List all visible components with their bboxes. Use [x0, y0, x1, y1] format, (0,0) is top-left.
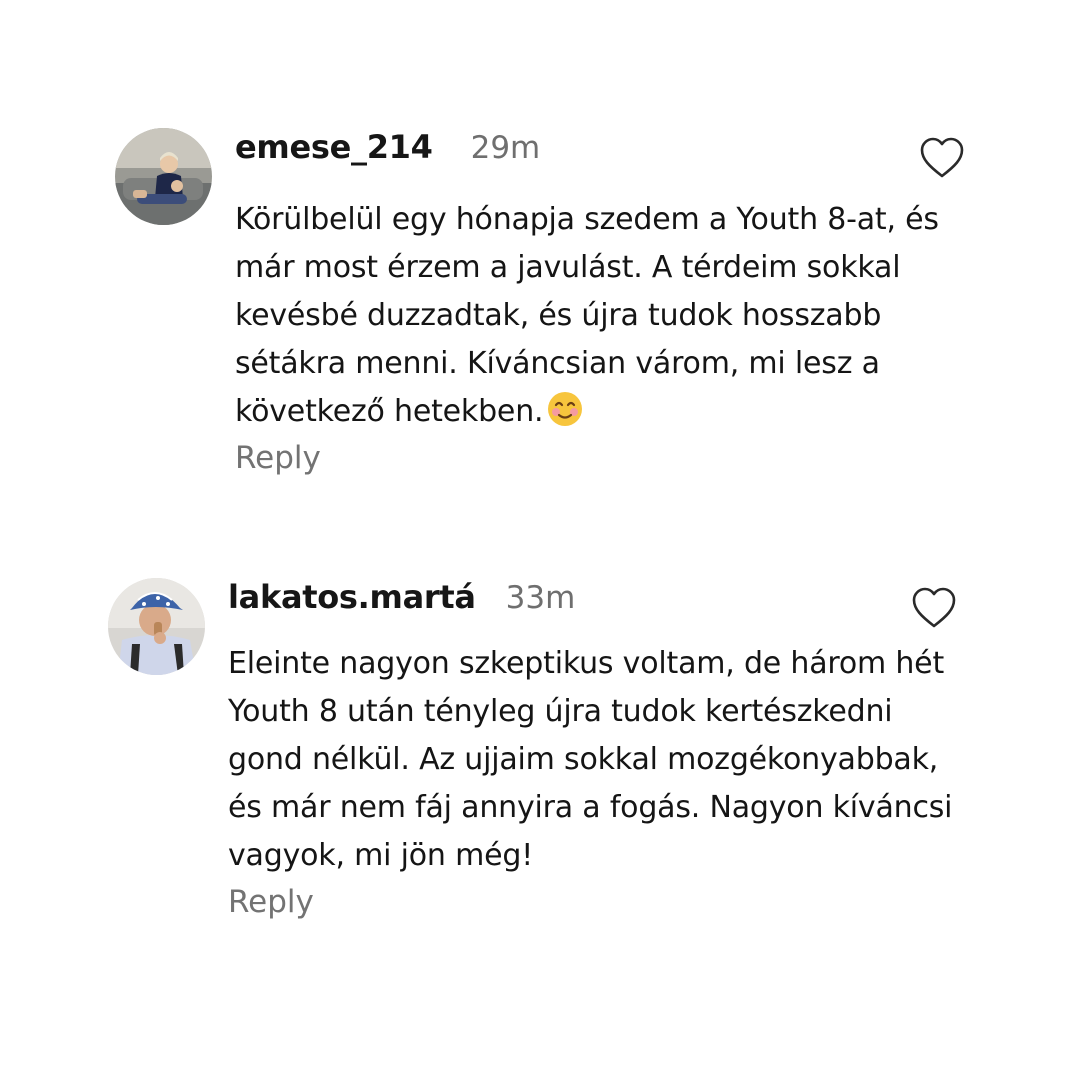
username[interactable]: lakatos.martá	[228, 578, 476, 616]
heart-icon[interactable]	[911, 586, 957, 630]
username[interactable]: emese_214	[235, 128, 433, 166]
timestamp: 29m	[470, 130, 541, 166]
reply-button[interactable]: Reply	[235, 440, 321, 484]
avatar[interactable]	[108, 578, 205, 675]
comment-text: Körülbelül egy hónapja szedem a Youth 8-…	[235, 196, 975, 436]
heart-icon[interactable]	[919, 136, 965, 180]
timestamp: 33m	[505, 580, 576, 616]
comment-body: Körülbelül egy hónapja szedem a Youth 8-…	[235, 202, 939, 429]
reply-button[interactable]: Reply	[228, 884, 314, 928]
smiling-face-icon	[547, 391, 583, 427]
comment-text: Eleinte nagyon szkeptikus voltam, de hár…	[228, 646, 953, 873]
avatar[interactable]	[115, 128, 212, 225]
